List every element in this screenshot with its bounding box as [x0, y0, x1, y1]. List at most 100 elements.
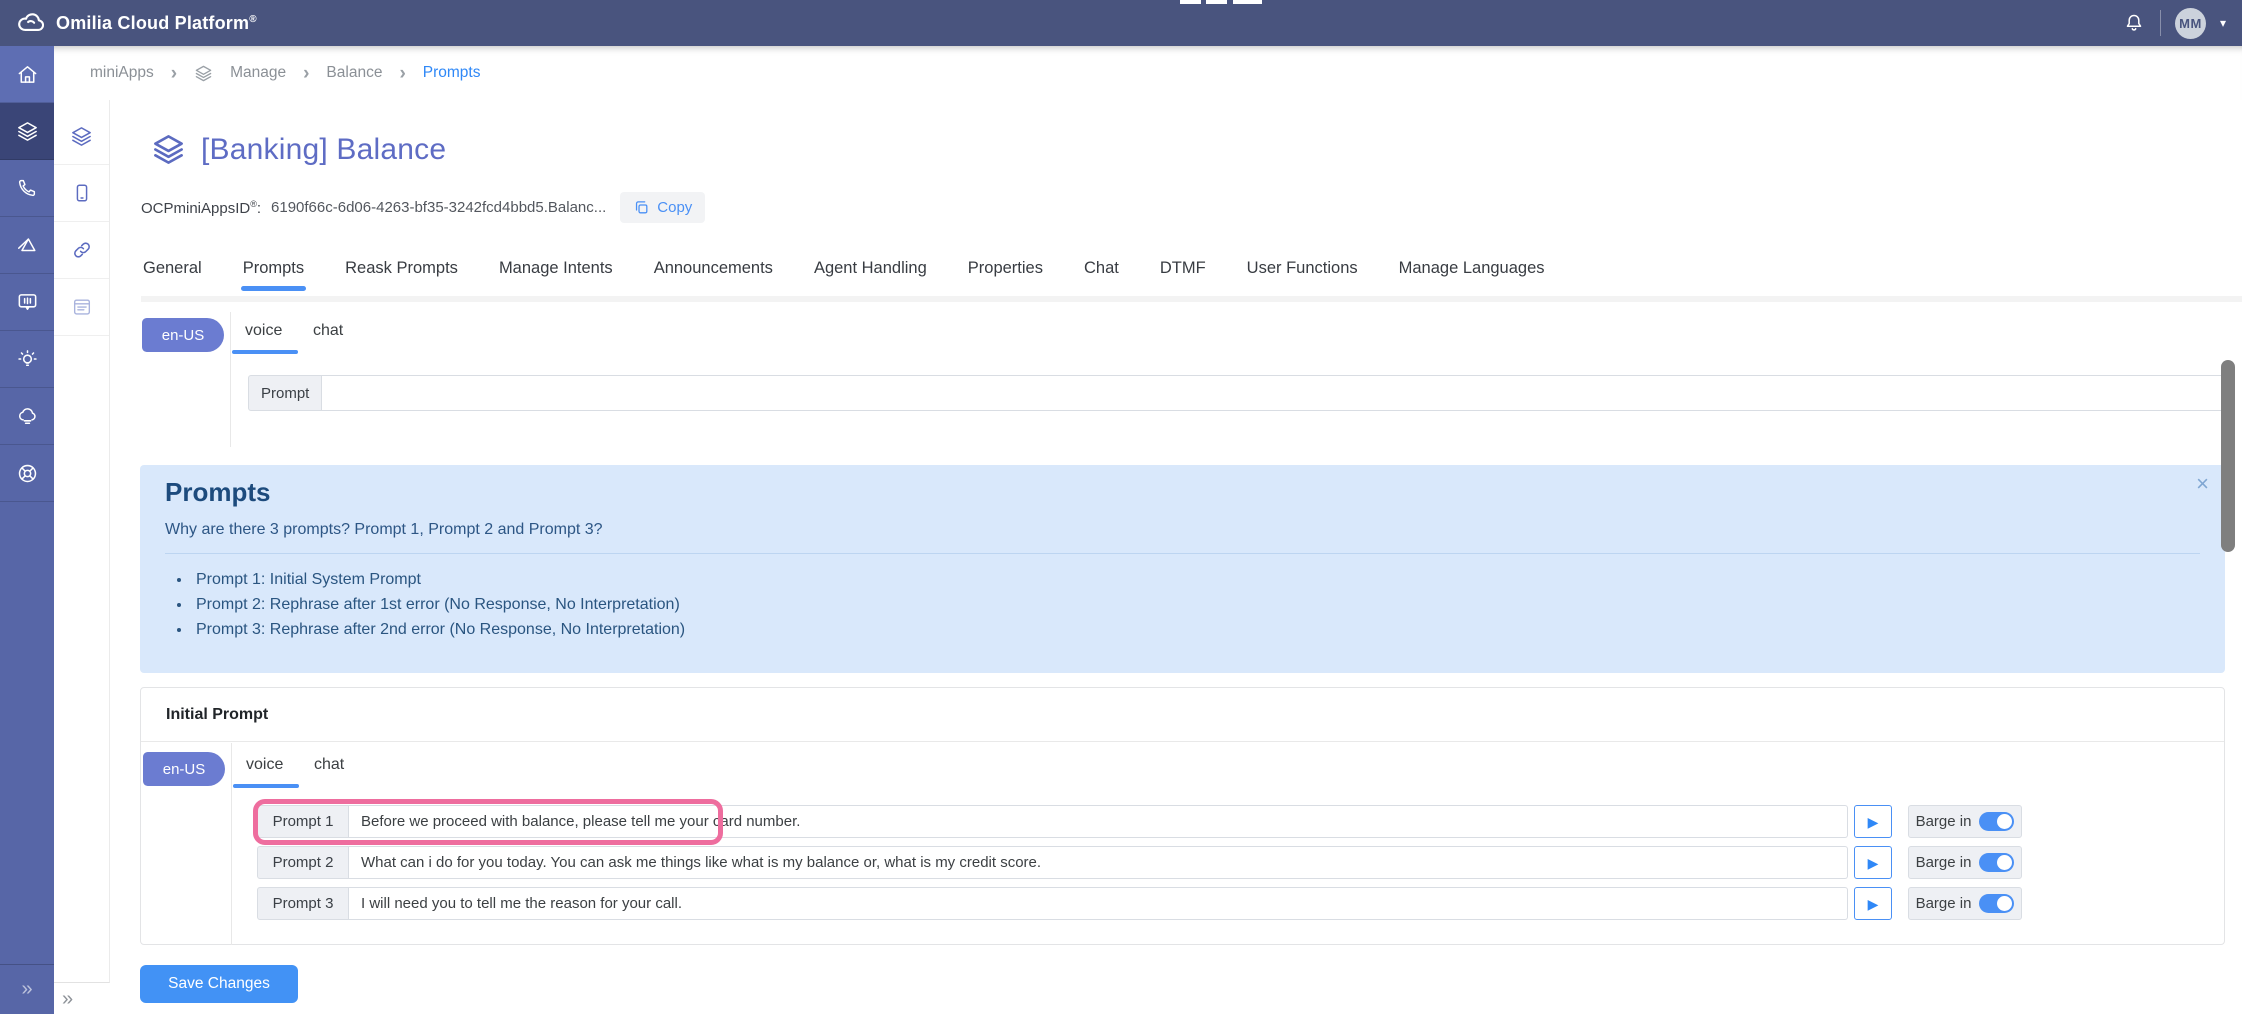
tab-agent-handling[interactable]: Agent Handling	[812, 257, 929, 288]
prompt-input[interactable]	[322, 375, 2226, 411]
prompt-2-label: Prompt 2	[257, 846, 349, 879]
miniapp-layers-icon	[151, 132, 186, 167]
prompt-row-3: Prompt 3 ▶ Barge in	[257, 887, 2022, 920]
window-notch	[1233, 0, 1262, 4]
sidebar-collapse-chevron[interactable]: »	[0, 964, 54, 1014]
play-button[interactable]: ▶	[1854, 805, 1892, 838]
prompt-row-2: Prompt 2 ▶ Barge in	[257, 846, 2022, 879]
layers-icon	[70, 125, 93, 148]
tab-properties[interactable]: Properties	[966, 257, 1045, 288]
close-icon[interactable]: ×	[2196, 473, 2209, 495]
prompt-row-1: Prompt 1 ▶ Barge in	[257, 805, 2022, 838]
tab-user-functions[interactable]: User Functions	[1245, 257, 1360, 288]
copy-icon	[633, 199, 650, 216]
sidebar-item-deployments[interactable]	[0, 388, 54, 445]
info-box-bullets: Prompt 1: Initial System Prompt Prompt 2…	[192, 571, 685, 646]
avatar[interactable]: MM	[2175, 8, 2206, 39]
subsidebar-item-links[interactable]	[54, 222, 109, 279]
barge-in-switch[interactable]	[1979, 812, 2014, 831]
breadcrumb-prompts[interactable]: Prompts	[423, 64, 481, 82]
vertical-scrollbar-thumb[interactable]	[2221, 360, 2235, 552]
prompt-1-input[interactable]	[349, 805, 1848, 838]
initial-prompt-heading: Initial Prompt	[166, 706, 268, 724]
tab-reask-prompts[interactable]: Reask Prompts	[343, 257, 460, 288]
breadcrumb-manage[interactable]: Manage	[230, 64, 286, 82]
tab-dtmf[interactable]: DTMF	[1158, 257, 1208, 288]
page-title: [Banking] Balance	[201, 133, 446, 167]
subsidebar-item-devices[interactable]	[54, 165, 109, 222]
brand: Omilia Cloud Platform®	[0, 8, 257, 38]
copy-button[interactable]: Copy	[620, 192, 705, 223]
language-pill[interactable]: en-US	[142, 318, 224, 352]
subsidebar-collapse-chevron[interactable]: »	[62, 988, 73, 1011]
link-icon	[71, 239, 93, 261]
triangle-ruler-icon	[16, 234, 38, 256]
layers-icon	[194, 64, 213, 83]
sidebar-item-dialogs[interactable]	[0, 274, 54, 331]
sidebar-item-miniapps[interactable]	[0, 103, 54, 160]
active-subtab-underline	[232, 350, 298, 354]
play-button[interactable]: ▶	[1854, 887, 1892, 920]
sidebar-item-home[interactable]	[0, 46, 54, 103]
cloud-logo-icon	[14, 8, 44, 38]
topbar-divider	[2160, 10, 2161, 36]
tab-chat[interactable]: Chat	[1082, 257, 1121, 288]
breadcrumb-miniapps[interactable]: miniApps	[90, 64, 154, 82]
prompt-field-label: Prompt	[248, 375, 322, 411]
sidebar-item-telephony[interactable]	[0, 160, 54, 217]
prompt-1-label: Prompt 1	[257, 805, 349, 838]
barge-in-label: Barge in	[1916, 895, 1972, 912]
chevron-right-icon: ›	[303, 64, 309, 83]
language-pill[interactable]: en-US	[143, 752, 225, 786]
chat-subtab[interactable]: chat	[314, 756, 344, 774]
sidebar-item-analytics[interactable]	[0, 217, 54, 274]
tab-general[interactable]: General	[141, 257, 204, 288]
info-box-divider	[165, 553, 2200, 554]
lightbulb-icon	[16, 348, 39, 371]
secondary-sidebar	[54, 100, 110, 983]
info-bullet: Prompt 2: Rephrase after 1st error (No R…	[192, 596, 685, 614]
chat-bars-icon	[16, 291, 39, 314]
info-bullet: Prompt 1: Initial System Prompt	[192, 571, 685, 589]
window-notch	[1180, 0, 1201, 4]
breadcrumb: miniApps › Manage › Balance › Prompts	[54, 46, 2242, 100]
initial-prompt-card: Initial Prompt en-US voice chat Prompt 1…	[140, 687, 2225, 945]
play-icon: ▶	[1868, 856, 1879, 870]
save-changes-button[interactable]: Save Changes	[140, 965, 298, 1003]
prompt-2-input[interactable]	[349, 846, 1848, 879]
prompt-3-label: Prompt 3	[257, 887, 349, 920]
bell-icon[interactable]	[2122, 11, 2146, 35]
subsidebar-item-miniapps[interactable]	[54, 108, 109, 165]
chevron-right-icon: ›	[171, 64, 177, 83]
sidebar-item-support[interactable]	[0, 445, 54, 502]
active-subtab-underline	[233, 784, 299, 788]
tab-announcements[interactable]: Announcements	[652, 257, 775, 288]
info-box-question: Why are there 3 prompts? Prompt 1, Promp…	[165, 521, 603, 539]
breadcrumb-balance[interactable]: Balance	[326, 64, 382, 82]
chat-subtab[interactable]: chat	[313, 322, 343, 340]
barge-in-toggle-group[interactable]: Barge in	[1908, 805, 2022, 838]
account-caret-icon[interactable]: ▾	[2220, 16, 2226, 30]
play-button[interactable]: ▶	[1854, 846, 1892, 879]
voice-subtab[interactable]: voice	[246, 756, 283, 774]
miniapp-id-value: 6190f66c-6d06-4263-bf35-3242fcd4bbd5.Bal…	[271, 199, 606, 216]
subsidebar-item-logs[interactable]	[54, 279, 109, 336]
registered-mark: ®	[249, 14, 257, 25]
play-icon: ▶	[1868, 897, 1879, 911]
prompt-3-input[interactable]	[349, 887, 1848, 920]
barge-in-toggle-group[interactable]: Barge in	[1908, 846, 2022, 879]
barge-in-switch[interactable]	[1979, 853, 2014, 872]
barge-in-switch[interactable]	[1979, 894, 2014, 913]
miniapp-tabs: General Prompts Reask Prompts Manage Int…	[141, 257, 1547, 288]
sidebar-item-insights[interactable]	[0, 331, 54, 388]
tab-manage-languages[interactable]: Manage Languages	[1397, 257, 1547, 288]
barge-in-toggle-group[interactable]: Barge in	[1908, 887, 2022, 920]
tab-manage-intents[interactable]: Manage Intents	[497, 257, 615, 288]
primary-sidebar: »	[0, 46, 54, 1014]
play-icon: ▶	[1868, 815, 1879, 829]
voice-subtab[interactable]: voice	[245, 322, 282, 340]
tabs-divider	[141, 296, 2242, 302]
main-content: [Banking] Balance OCPminiAppsID®: 6190f6…	[110, 100, 2242, 1014]
tab-prompts[interactable]: Prompts	[241, 257, 306, 288]
chevron-right-icon: ›	[399, 64, 405, 83]
